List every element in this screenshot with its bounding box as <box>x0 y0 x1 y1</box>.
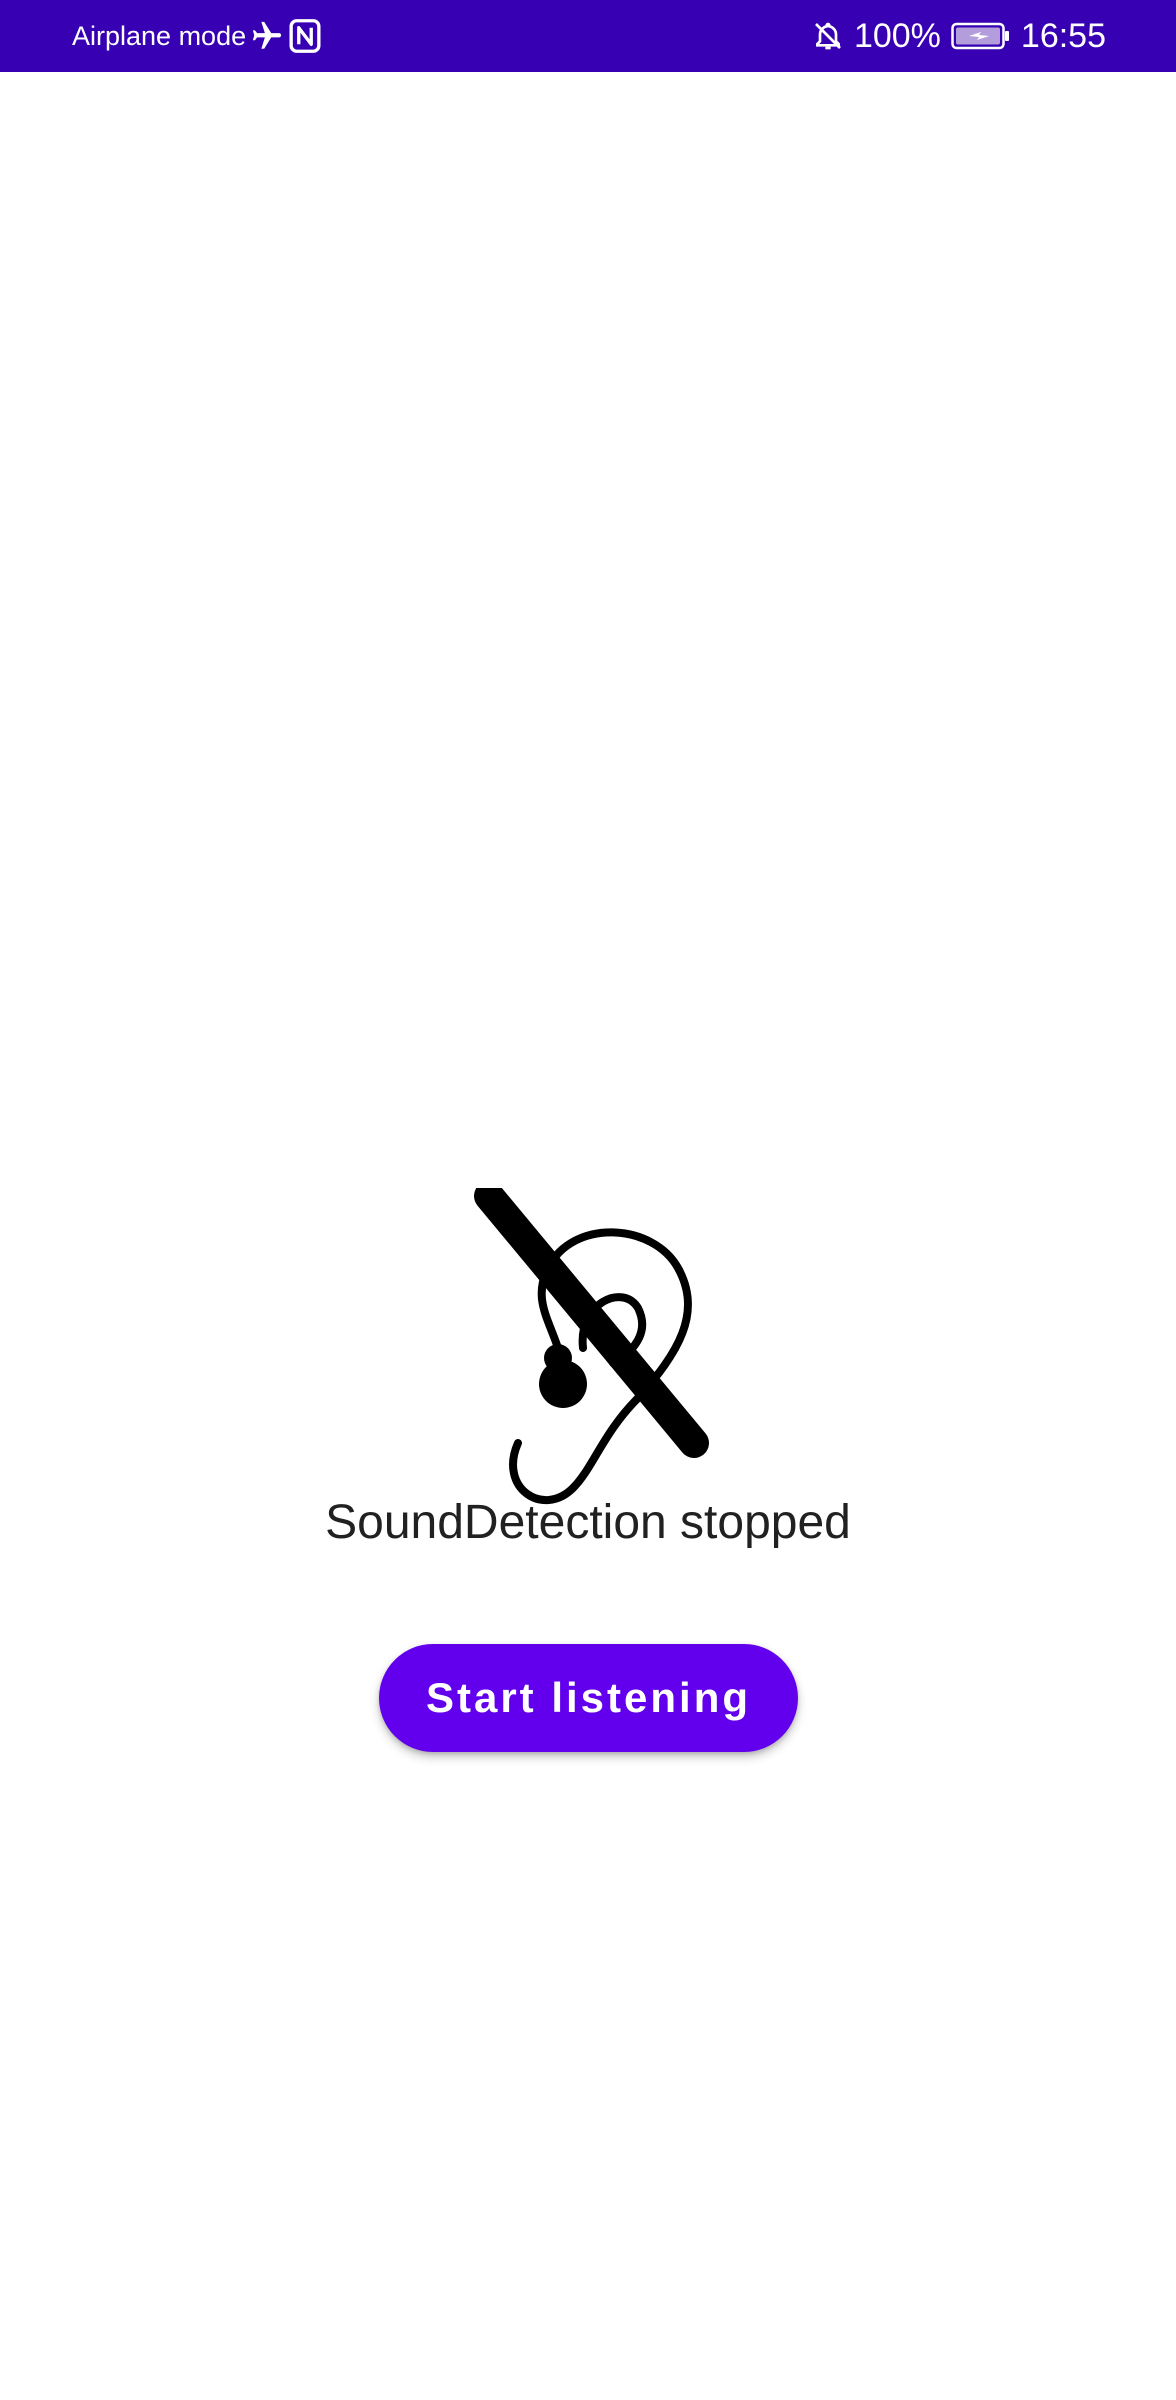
bell-off-icon <box>812 19 844 53</box>
detection-status-text: SoundDetection stopped <box>325 1496 851 1549</box>
main-content: SoundDetection stopped Start listening <box>0 72 1176 2400</box>
airplane-icon <box>250 19 284 53</box>
status-bar: Airplane mode 100% 16:55 <box>0 0 1176 72</box>
battery-charging-icon <box>951 21 1011 51</box>
battery-percent: 100% <box>853 17 941 55</box>
nfc-icon <box>288 18 322 54</box>
status-bar-right: 100% 16:55 <box>812 0 1106 72</box>
status-bar-left: Airplane mode <box>72 0 322 72</box>
airplane-mode-label: Airplane mode <box>72 21 247 51</box>
clock: 16:55 <box>1020 17 1106 55</box>
start-listening-button[interactable]: Start listening <box>379 1644 798 1752</box>
